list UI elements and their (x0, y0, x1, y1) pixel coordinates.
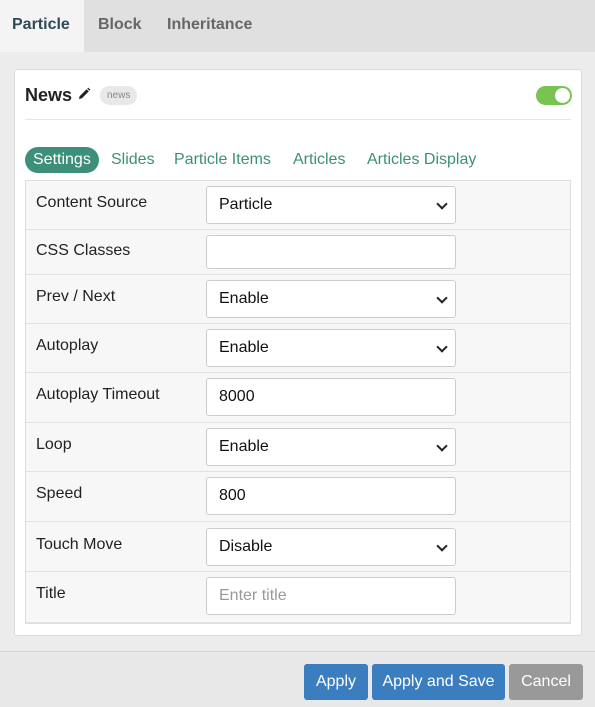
subtab-particle-items[interactable]: Particle Items (174, 147, 271, 173)
subtab-settings[interactable]: Settings (25, 147, 99, 173)
pencil-icon[interactable] (77, 87, 91, 101)
field-row-prev-next: Prev / Next Enable (26, 275, 570, 324)
apply-and-save-button[interactable]: Apply and Save (372, 664, 505, 700)
prev-next-value: Enable (219, 290, 269, 307)
particle-panel: News news Settings Slides Particle Items… (14, 69, 582, 636)
autoplay-value: Enable (219, 339, 269, 356)
field-row-content-source: Content Source Particle (26, 181, 570, 230)
field-row-loop: Loop Enable (26, 423, 570, 472)
particle-type-badge: news (100, 86, 138, 105)
field-row-speed: Speed 800 (26, 472, 570, 522)
autoplay-timeout-label: Autoplay Timeout (36, 386, 160, 403)
touch-move-select[interactable]: Disable (206, 528, 456, 566)
panel-header: News news (15, 70, 581, 120)
field-row-css-classes: CSS Classes (26, 230, 570, 275)
field-row-autoplay: Autoplay Enable (26, 324, 570, 373)
tab-particle[interactable]: Particle (0, 0, 84, 52)
field-row-autoplay-timeout: Autoplay Timeout 8000 (26, 373, 570, 423)
title-placeholder: Enter title (219, 587, 287, 604)
touch-move-label: Touch Move (36, 536, 123, 553)
apply-button[interactable]: Apply (304, 664, 368, 700)
subtab-articles[interactable]: Articles (293, 147, 345, 173)
speed-value: 800 (219, 487, 246, 504)
footer-bar: Apply Apply and Save Cancel (0, 651, 595, 707)
toggle-knob (555, 88, 570, 103)
touch-move-value: Disable (219, 538, 273, 555)
prev-next-select[interactable]: Enable (206, 280, 456, 318)
particle-title: News (25, 85, 73, 105)
tab-block[interactable]: Block (86, 0, 148, 52)
speed-label: Speed (36, 485, 83, 502)
enabled-toggle[interactable] (536, 86, 572, 105)
css-classes-label: CSS Classes (36, 242, 131, 259)
tab-bar: Particle Block Inheritance (0, 0, 595, 52)
title-input[interactable]: Enter title (206, 577, 456, 615)
speed-input[interactable]: 800 (206, 477, 456, 515)
content-source-select[interactable]: Particle (206, 186, 456, 224)
loop-value: Enable (219, 438, 269, 455)
subtab-articles-display[interactable]: Articles Display (367, 147, 476, 173)
cancel-button[interactable]: Cancel (509, 664, 583, 700)
content-source-label: Content Source (36, 194, 148, 211)
loop-label: Loop (36, 436, 72, 453)
autoplay-timeout-input[interactable]: 8000 (206, 378, 456, 416)
content-source-value: Particle (219, 196, 273, 213)
header-divider (25, 119, 571, 120)
field-row-touch-move: Touch Move Disable (26, 522, 570, 572)
autoplay-select[interactable]: Enable (206, 329, 456, 367)
css-classes-input[interactable] (206, 235, 456, 269)
tab-inheritance[interactable]: Inheritance (155, 0, 259, 52)
subtab-slides[interactable]: Slides (111, 147, 155, 173)
autoplay-label: Autoplay (36, 337, 99, 354)
settings-form: Content Source Particle CSS Classes Prev… (25, 180, 571, 624)
prev-next-label: Prev / Next (36, 288, 116, 305)
loop-select[interactable]: Enable (206, 428, 456, 466)
autoplay-timeout-value: 8000 (219, 388, 255, 405)
field-row-title: Title Enter title (26, 572, 570, 623)
title-label: Title (36, 585, 66, 602)
